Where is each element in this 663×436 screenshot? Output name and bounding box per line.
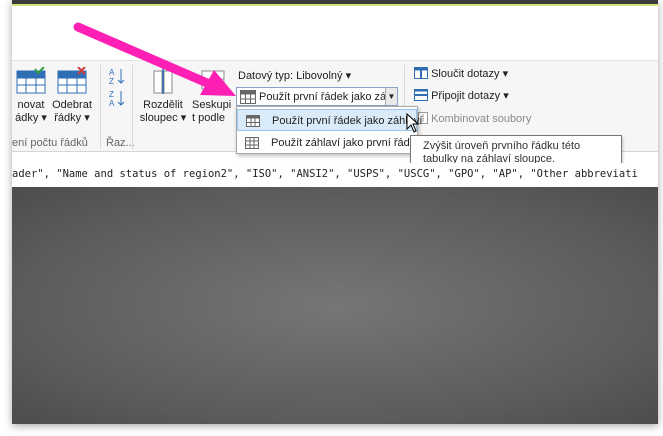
formula-text: ader", "Name and status of region2", "IS…	[12, 168, 638, 180]
group-label-sort: Řaz...	[106, 137, 135, 149]
svg-text:Z: Z	[109, 77, 114, 86]
append-queries-icon	[414, 89, 428, 101]
data-type-dropdown[interactable]: Datový typ: Libovolný ▾	[238, 69, 351, 82]
group-by-label-2: t podle	[192, 112, 226, 124]
group-by-icon	[201, 70, 225, 90]
svg-text:A: A	[109, 68, 115, 77]
group-by-label-1: Seskupi	[192, 99, 232, 111]
merge-queries-label: Sloučit dotazy	[431, 68, 500, 80]
menu-item-label: Použít záhlaví jako první řádek	[271, 137, 422, 149]
mouse-cursor-icon	[406, 113, 420, 133]
remove-rows-label-1: novat	[17, 99, 45, 111]
split-column-button[interactable]: Rozdělit sloupec ▾	[138, 67, 188, 125]
separator	[100, 65, 101, 149]
keep-rows-button[interactable]: Odebrat řádky ▾	[48, 67, 96, 125]
menu-item-label: Použít první řádek jako záhlaví	[272, 115, 423, 127]
keep-rows-label-1: Odebrat	[52, 99, 92, 111]
title-area	[12, 8, 658, 60]
append-queries-button[interactable]: Připojit dotazy ▾	[414, 89, 509, 102]
table-header-icon	[245, 137, 259, 149]
group-by-button[interactable]: Seskupi t podle	[192, 67, 236, 125]
use-first-row-menu: Použít první řádek jako záhlaví Použít z…	[236, 106, 422, 154]
merge-queries-icon	[414, 67, 428, 79]
split-column-label-2: sloupec	[139, 112, 178, 124]
chevron-down-icon[interactable]: ▼	[385, 88, 397, 105]
table-header-icon	[246, 115, 260, 127]
combine-files-label: Kombinovat soubory	[431, 113, 532, 125]
formula-bar[interactable]: ader", "Name and status of region2", "IS…	[12, 163, 658, 185]
screenshot-frame: novat ádky ▾ Odebrat řádky ▾ ení počtu ř…	[12, 0, 658, 424]
split-column-icon	[153, 68, 173, 94]
svg-text:Z: Z	[109, 90, 114, 99]
table-delete-icon	[57, 67, 87, 94]
sort-descending-icon: Z A	[109, 90, 125, 108]
sort-ascending-button[interactable]: A Z	[108, 67, 128, 91]
append-queries-label: Připojit dotazy	[431, 90, 501, 102]
remove-rows-label-2: ádky	[15, 112, 39, 124]
tooltip-line-1: Zvýšit úroveň prvního řádku této	[423, 140, 581, 152]
separator	[132, 65, 133, 149]
use-first-row-label: Použít první řádek jako záhlaví	[259, 91, 385, 103]
data-preview-area	[12, 187, 658, 424]
table-header-icon	[240, 90, 256, 104]
table-remove-icon	[16, 67, 46, 94]
top-band	[12, 0, 658, 6]
svg-text:A: A	[109, 99, 115, 108]
group-label-reduce-rows: ení počtu řádků	[12, 137, 88, 149]
sort-ascending-icon: A Z	[109, 68, 125, 86]
use-first-row-combo[interactable]: Použít první řádek jako záhlaví ▼	[236, 87, 398, 106]
keep-rows-label-2: řádky	[54, 112, 82, 124]
menu-item-use-headers-as-first-row[interactable]: Použít záhlaví jako první řádek	[237, 132, 421, 154]
sort-descending-button[interactable]: Z A	[108, 89, 128, 113]
remove-rows-button[interactable]: novat ádky ▾	[12, 67, 50, 125]
split-column-label-1: Rozdělit	[143, 99, 183, 111]
merge-queries-button[interactable]: Sloučit dotazy ▾	[414, 67, 508, 80]
menu-item-use-first-row[interactable]: Použít první řádek jako záhlaví	[237, 109, 422, 131]
combine-files-button[interactable]: Kombinovat soubory	[418, 112, 531, 125]
data-type-label: Datový typ: Libovolný	[238, 70, 343, 82]
